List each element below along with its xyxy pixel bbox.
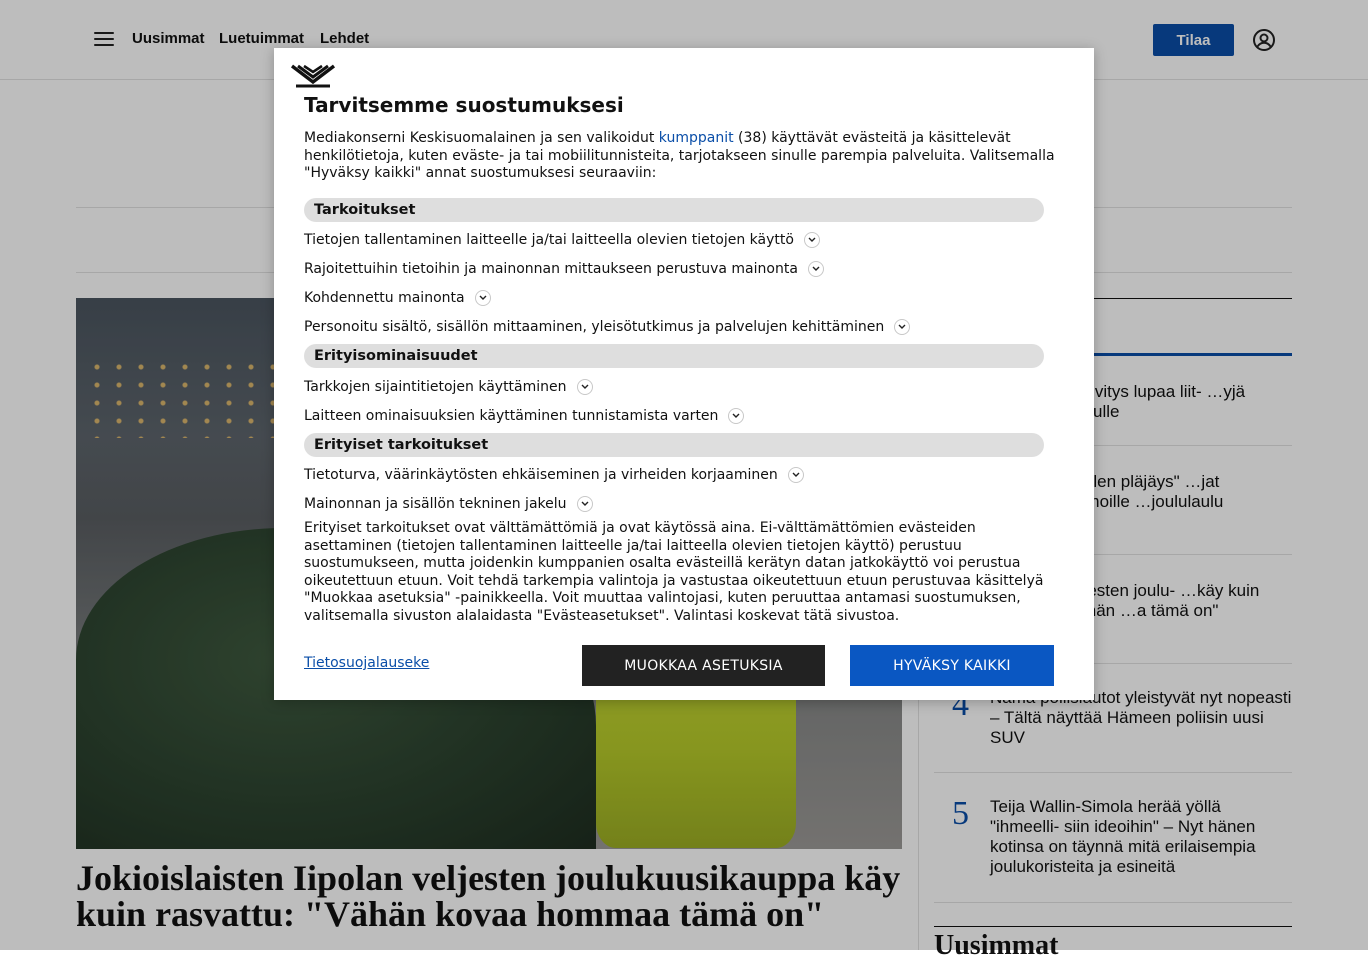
purpose-label: Personoitu sisältö, sisällön mittaaminen… [304, 319, 885, 335]
purpose-item[interactable]: Mainonnan ja sisällön tekninen jakelu [304, 494, 593, 514]
purpose-item[interactable]: Tietojen tallentaminen laitteelle ja/tai… [304, 230, 820, 250]
purpose-label: Mainonnan ja sisällön tekninen jakelu [304, 496, 567, 512]
purpose-item[interactable]: Rajoitettuihin tietoihin ja mainonnan mi… [304, 259, 824, 279]
consent-note: Erityiset tarkoitukset ovat välttämättöm… [304, 520, 1044, 624]
purpose-label: Tietoturva, väärinkäytösten ehkäiseminen… [304, 467, 778, 483]
publisher-logo-icon [290, 64, 336, 88]
purpose-label: Tarkkojen sijaintitietojen käyttäminen [304, 379, 567, 395]
chevron-down-icon[interactable] [474, 290, 491, 306]
chevron-down-icon[interactable] [803, 232, 820, 248]
section-heading-purposes: Tarkoitukset [304, 198, 1044, 222]
consent-intro-text: Mediakonserni Keskisuomalainen ja sen va… [304, 130, 659, 146]
edit-settings-button[interactable]: MUOKKAA ASETUKSIA [582, 645, 825, 686]
consent-title: Tarvitsemme suostumuksesi [304, 93, 624, 117]
purpose-item[interactable]: Tietoturva, väärinkäytösten ehkäiseminen… [304, 465, 804, 485]
consent-intro: Mediakonserni Keskisuomalainen ja sen va… [304, 130, 1064, 183]
chevron-down-icon[interactable] [576, 496, 593, 512]
chevron-down-icon[interactable] [728, 408, 745, 424]
chevron-down-icon[interactable] [576, 379, 593, 395]
accept-all-button[interactable]: HYVÄKSY KAIKKI [850, 645, 1054, 686]
purpose-label: Rajoitettuihin tietoihin ja mainonnan mi… [304, 261, 798, 277]
privacy-policy-link[interactable]: Tietosuojalauseke [304, 655, 429, 671]
purpose-item[interactable]: Kohdennettu mainonta [304, 288, 491, 308]
consent-dialog: Tarvitsemme suostumuksesi Mediakonserni … [274, 48, 1094, 700]
purpose-label: Tietojen tallentaminen laitteelle ja/tai… [304, 232, 794, 248]
purpose-item[interactable]: Personoitu sisältö, sisällön mittaaminen… [304, 317, 911, 337]
section-heading-special-purposes: Erityiset tarkoitukset [304, 433, 1044, 457]
chevron-down-icon[interactable] [787, 467, 804, 483]
purpose-label: Laitteen ominaisuuksien käyttäminen tunn… [304, 408, 719, 424]
purpose-label: Kohdennettu mainonta [304, 290, 465, 306]
purpose-item[interactable]: Tarkkojen sijaintitietojen käyttäminen [304, 377, 593, 397]
chevron-down-icon[interactable] [807, 261, 824, 277]
purpose-item[interactable]: Laitteen ominaisuuksien käyttäminen tunn… [304, 406, 745, 426]
partners-link[interactable]: kumppanit [659, 130, 734, 146]
chevron-down-icon[interactable] [894, 319, 911, 335]
section-heading-special-features: Erityisominaisuudet [304, 344, 1044, 368]
